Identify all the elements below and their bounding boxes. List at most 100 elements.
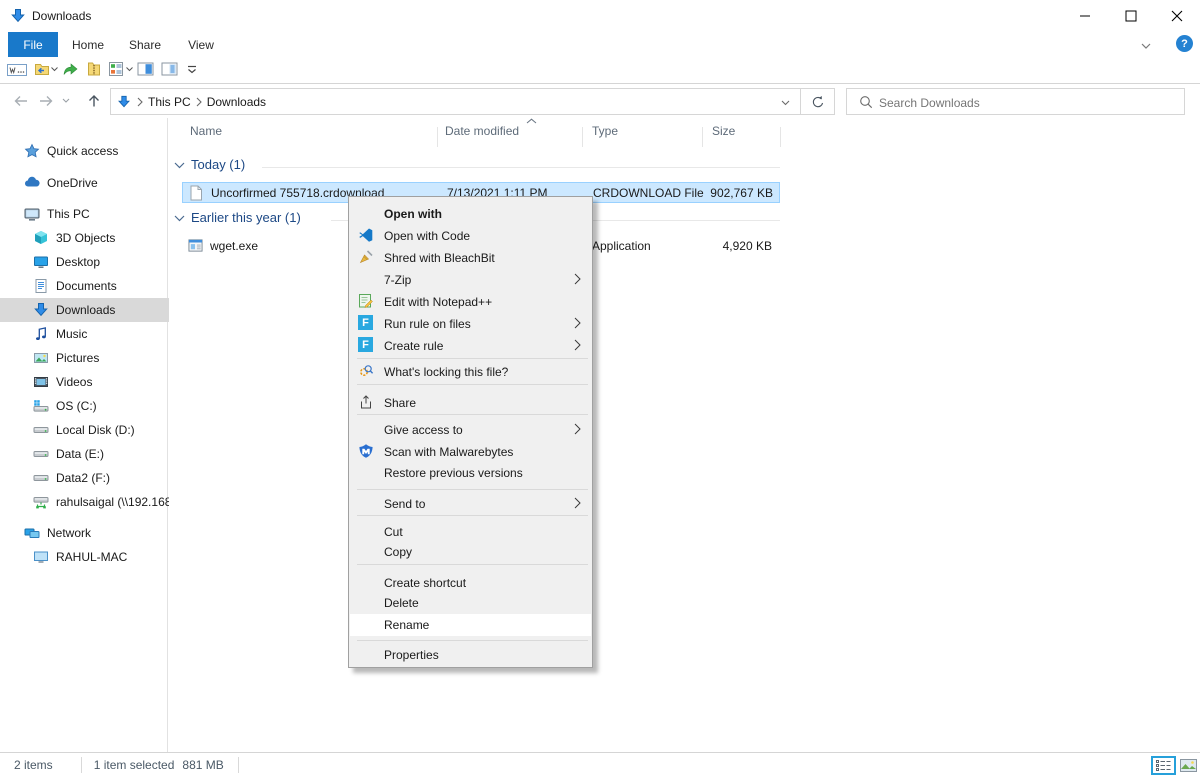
refresh-button[interactable]	[800, 88, 835, 115]
group-header-earlier-this-year[interactable]: Earlier this year (1)	[191, 210, 301, 225]
menu-item-label: Open with Code	[384, 229, 470, 243]
sidebar-item-quick-access[interactable]: Quick access	[0, 139, 192, 163]
tab-home[interactable]: Home	[62, 32, 114, 57]
menu-item-give-access-to[interactable]: Give access to	[350, 419, 591, 440]
forward-button[interactable]	[38, 93, 55, 109]
search-box[interactable]	[846, 88, 1185, 115]
menu-item-whats-locking-this-file[interactable]: What's locking this file?	[350, 361, 591, 382]
menu-item-scan-with-malwarebytes[interactable]: Scan with Malwarebytes	[350, 441, 591, 462]
address-dropdown-icon[interactable]	[781, 100, 790, 106]
menu-item-label: Edit with Notepad++	[384, 295, 492, 309]
downloads-arrow-icon	[33, 302, 49, 318]
sidebar-item-onedrive[interactable]: OneDrive	[0, 171, 192, 195]
column-header-name[interactable]: Name	[190, 124, 222, 138]
menu-item-send-to[interactable]: Send to	[350, 493, 591, 514]
menu-item-create-shortcut[interactable]: Create shortcut	[350, 572, 591, 593]
quick-access-toolbar	[0, 57, 1200, 84]
sort-ascending-icon[interactable]	[526, 118, 537, 124]
sidebar-item-label: Desktop	[56, 255, 100, 269]
change-view-dropdown-icon[interactable]	[126, 67, 133, 72]
column-divider[interactable]	[780, 127, 781, 147]
breadcrumb-chevron-icon[interactable]	[195, 97, 203, 107]
menu-item-copy[interactable]: Copy	[350, 541, 591, 562]
tab-view[interactable]: View	[176, 32, 226, 57]
sidebar-item-network[interactable]: Network	[0, 521, 192, 545]
minimize-button[interactable]	[1062, 0, 1108, 32]
column-divider[interactable]	[437, 127, 438, 147]
search-icon	[859, 95, 873, 109]
breadcrumb-downloads[interactable]: Downloads	[203, 95, 270, 109]
menu-item-7-zip[interactable]: 7-Zip	[350, 269, 591, 290]
share-arrow-icon[interactable]	[62, 61, 79, 77]
submenu-arrow-icon	[574, 273, 581, 285]
menu-item-rename[interactable]: Rename	[350, 614, 591, 636]
rename-box-icon[interactable]	[7, 63, 27, 77]
locking-gear-magnifier-icon	[358, 363, 374, 379]
drive-icon	[33, 446, 49, 462]
menu-item-edit-with-notepadpp[interactable]: Edit with Notepad++	[350, 291, 591, 312]
column-divider[interactable]	[582, 127, 583, 147]
menu-item-open-with[interactable]: Open with	[350, 203, 591, 224]
refresh-icon	[811, 95, 825, 109]
search-input[interactable]	[877, 90, 1141, 115]
explorer-window: Downloads File Home Share View ?	[0, 0, 1200, 776]
sidebar-item-this-pc[interactable]: This PC	[0, 202, 192, 226]
group-collapse-chevron-icon[interactable]	[174, 162, 185, 169]
status-divider	[81, 757, 82, 773]
quick-access-star-icon	[24, 143, 40, 159]
help-button[interactable]: ?	[1176, 35, 1193, 52]
address-bar[interactable]: This PC Downloads	[110, 88, 801, 115]
details-pane-icon[interactable]	[161, 61, 178, 77]
submenu-arrow-icon	[574, 423, 581, 435]
submenu-arrow-icon	[574, 317, 581, 329]
column-header-type[interactable]: Type	[592, 124, 618, 138]
ribbon-collapse-chevron-icon[interactable]	[1140, 42, 1152, 50]
menu-item-label: What's locking this file?	[384, 365, 508, 379]
zip-folder-icon[interactable]	[86, 61, 102, 77]
menu-separator	[357, 384, 588, 385]
back-button[interactable]	[12, 93, 29, 109]
menu-item-run-rule-on-files[interactable]: F Run rule on files	[350, 313, 591, 334]
pictures-icon	[33, 350, 49, 366]
tab-label: File	[23, 38, 42, 52]
tab-file[interactable]: File	[8, 32, 58, 57]
column-header-date-modified[interactable]: Date modified	[445, 124, 519, 138]
move-to-dropdown-icon[interactable]	[51, 67, 58, 72]
context-menu: Open with Open with Code Shred with Blea…	[348, 196, 593, 668]
menu-item-shred-with-bleachbit[interactable]: Shred with BleachBit	[350, 247, 591, 268]
customize-toolbar-icon[interactable]	[186, 65, 198, 76]
menu-item-cut[interactable]: Cut	[350, 521, 591, 542]
preview-pane-icon[interactable]	[137, 61, 154, 77]
selection-count: 1 item selected	[94, 758, 175, 772]
sidebar-item-label: Music	[56, 327, 87, 341]
downloads-folder-icon	[10, 8, 26, 24]
ribbon-tab-bar: File Home Share View ?	[0, 32, 1200, 58]
recent-locations-dropdown-icon[interactable]	[62, 98, 70, 104]
close-button[interactable]	[1154, 0, 1200, 32]
submenu-arrow-icon	[574, 497, 581, 509]
menu-item-create-rule[interactable]: F Create rule	[350, 335, 591, 356]
breadcrumb-chevron-icon[interactable]	[136, 97, 144, 107]
tab-label: View	[188, 38, 214, 52]
maximize-button[interactable]	[1108, 0, 1154, 32]
move-to-icon[interactable]	[34, 61, 50, 77]
thumbnail-view-button[interactable]	[1179, 758, 1197, 773]
drive-icon	[33, 470, 49, 486]
up-button[interactable]	[86, 93, 102, 109]
menu-item-delete[interactable]: Delete	[350, 592, 591, 613]
tab-share[interactable]: Share	[118, 32, 172, 57]
menu-item-share[interactable]: Share	[350, 392, 591, 413]
desktop-icon	[33, 254, 49, 270]
menu-item-properties[interactable]: Properties	[350, 644, 591, 665]
menu-item-restore-previous-versions[interactable]: Restore previous versions	[350, 462, 591, 483]
breadcrumb-this-pc[interactable]: This PC	[144, 95, 195, 109]
details-view-button[interactable]	[1151, 756, 1176, 775]
menu-item-open-with-code[interactable]: Open with Code	[350, 225, 591, 246]
sidebar-item-label: Videos	[56, 375, 92, 389]
tab-label: Home	[72, 38, 104, 52]
change-view-icon[interactable]	[108, 61, 124, 77]
column-header-size[interactable]: Size	[712, 124, 735, 138]
group-header-today[interactable]: Today (1)	[191, 157, 245, 172]
group-collapse-chevron-icon[interactable]	[174, 215, 185, 222]
column-divider[interactable]	[702, 127, 703, 147]
